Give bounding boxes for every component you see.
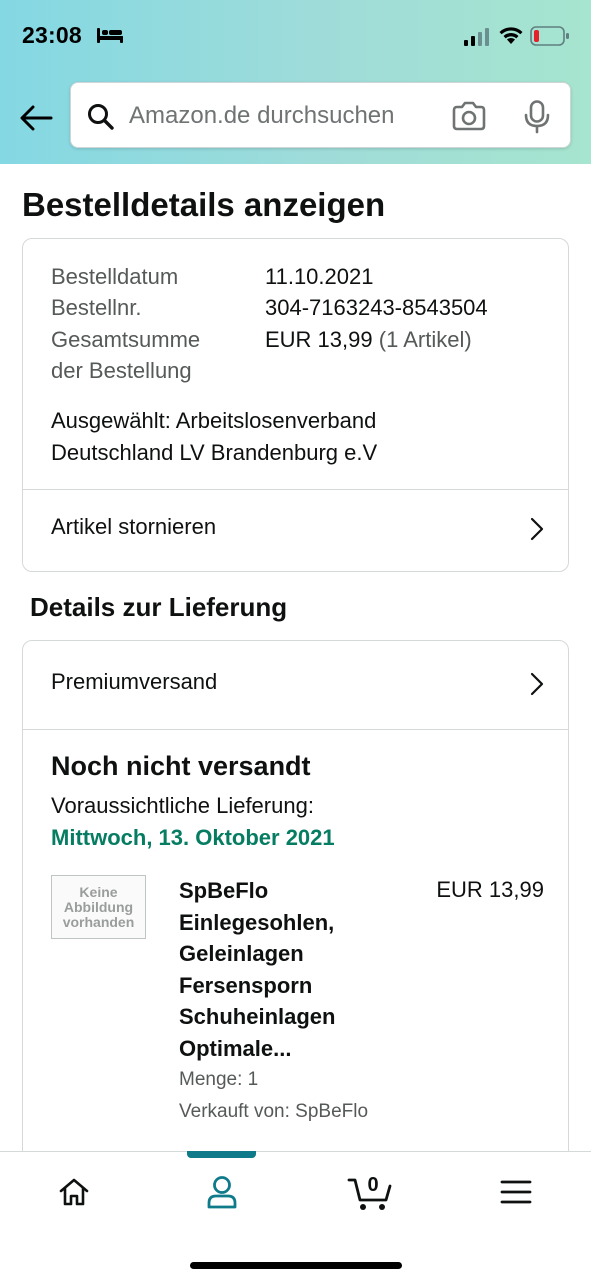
image-placeholder-line2: Abbildung	[63, 898, 134, 915]
nav-cart-button[interactable]: 0	[340, 1170, 400, 1214]
expected-delivery-label: Voraussichtliche Lieferung:	[51, 793, 314, 818]
product-quantity: Menge: 1	[179, 1069, 259, 1090]
order-number-label: Bestellnr.	[51, 295, 142, 320]
search-input[interactable]	[129, 93, 429, 139]
delivery-card: Premiumversand Noch nicht versandt Vorau…	[22, 640, 569, 1200]
home-icon	[59, 1178, 89, 1206]
product-title-line: Schuheinlagen	[179, 1004, 336, 1030]
nav-menu-button[interactable]	[486, 1170, 546, 1214]
shipment-status: Noch nicht versandt	[51, 751, 311, 781]
product-title-line: Geleinlagen	[179, 941, 304, 967]
product-title-line: Optimale...	[179, 1035, 292, 1061]
status-bar: 23:08	[0, 0, 591, 72]
product-seller: Verkauft von: SpBeFlo	[179, 1101, 369, 1122]
cancel-items-link[interactable]: Artikel stornieren	[23, 490, 568, 570]
app-header: 23:08	[0, 0, 591, 164]
account-icon	[207, 1176, 237, 1209]
order-total-value: EUR 13,99 (1 Artikel)	[265, 324, 472, 356]
selected-charity-line2: Deutschland LV Brandenburg e.V	[51, 440, 378, 465]
order-total-items: (1 Artikel)	[378, 327, 472, 352]
search-bar[interactable]	[70, 82, 571, 148]
shipping-method-link[interactable]: Premiumversand	[23, 645, 568, 729]
order-number-value: 304-7163243-8543504	[265, 295, 488, 320]
order-total-label-line1: Gesamtsumme	[51, 327, 201, 352]
search-icon	[88, 104, 114, 130]
microphone-icon[interactable]	[523, 100, 551, 134]
chevron-right-icon	[530, 672, 544, 696]
product-title-line: Einlegesohlen,	[179, 909, 335, 935]
chevron-right-icon	[530, 517, 544, 541]
expected-delivery-date: Mittwoch, 13. Oktober 2021	[51, 825, 335, 850]
order-date-label: Bestelldatum	[51, 264, 179, 289]
page-title: Bestelldetails anzeigen	[22, 186, 386, 223]
nav-active-indicator	[187, 1151, 256, 1158]
divider	[23, 729, 568, 730]
order-date-value: 11.10.2021	[265, 264, 374, 289]
image-placeholder-line1: Keine	[79, 883, 118, 900]
cart-count: 0	[367, 1174, 378, 1196]
shipping-method-label: Premiumversand	[51, 669, 218, 694]
order-total-amount: EUR 13,99	[265, 327, 373, 352]
back-arrow-icon	[20, 105, 53, 131]
battery-icon	[530, 26, 569, 46]
nav-account-button[interactable]	[192, 1170, 252, 1214]
order-total-label-line2: der Bestellung	[51, 358, 192, 383]
bed-icon	[97, 28, 123, 43]
delivery-section-title: Details zur Lieferung	[30, 592, 288, 622]
status-time: 23:08	[22, 22, 82, 48]
back-button[interactable]	[14, 96, 58, 140]
bottom-navigation: 0	[0, 1151, 591, 1280]
cart-icon: 0	[347, 1174, 392, 1210]
camera-icon[interactable]	[451, 101, 487, 131]
product-image-placeholder[interactable]: Keine Abbildung vorhanden	[51, 875, 146, 939]
selected-charity-line1: Ausgewählt: Arbeitslosenverband	[51, 408, 377, 433]
order-summary-card: Bestelldatum 11.10.2021 Bestellnr. 304-7…	[22, 238, 569, 572]
product-price: EUR 13,99	[436, 877, 544, 902]
wifi-icon	[499, 27, 523, 44]
product-title-line: SpBeFlo	[179, 878, 269, 903]
cancel-items-label: Artikel stornieren	[51, 514, 217, 539]
product-title-link[interactable]: SpBeFlo Einlegesohlen, Geleinlagen Ferse…	[179, 875, 379, 1065]
nav-home-button[interactable]	[44, 1170, 104, 1214]
selected-charity: Ausgewählt: Arbeitslosenverband Deutschl…	[51, 405, 511, 469]
menu-icon	[500, 1180, 532, 1204]
signal-icon	[464, 28, 489, 46]
image-placeholder-line3: vorhanden	[62, 913, 135, 930]
home-indicator	[190, 1262, 402, 1269]
product-title-line: Fersensporn	[179, 972, 313, 998]
